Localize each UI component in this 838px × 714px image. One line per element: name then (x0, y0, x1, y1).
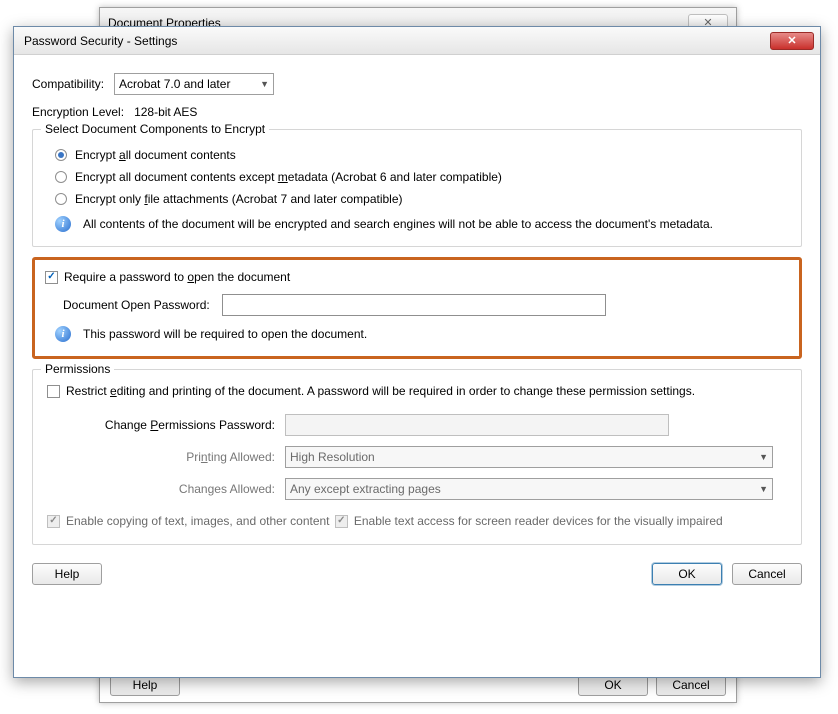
info-icon: i (55, 216, 71, 232)
change-permissions-password-input (285, 414, 669, 436)
radio-encrypt-except-metadata[interactable]: Encrypt all document contents except met… (55, 170, 789, 184)
radio-encrypt-all[interactable]: Encrypt all document contents (55, 148, 789, 162)
chevron-down-icon: ▼ (260, 79, 269, 89)
printing-allowed-select: High Resolution ▼ (285, 446, 773, 468)
close-icon[interactable]: ✕ (770, 32, 814, 50)
password-security-titlebar: Password Security - Settings ✕ (14, 27, 820, 55)
checkbox-icon (335, 515, 348, 528)
checkbox-icon (47, 515, 60, 528)
require-open-password-label: Require a password to open the document (64, 270, 290, 284)
cancel-button[interactable]: Cancel (732, 563, 802, 585)
change-permissions-password-label: Change Permissions Password: (45, 418, 275, 432)
encrypt-info-text: All contents of the document will be enc… (83, 217, 713, 231)
radio-icon (55, 193, 67, 205)
compatibility-select[interactable]: Acrobat 7.0 and later ▼ (114, 73, 274, 95)
info-icon: i (55, 326, 71, 342)
password-security-window: Password Security - Settings ✕ Compatibi… (13, 26, 821, 678)
permissions-legend: Permissions (41, 362, 114, 376)
radio-encrypt-attachments-label: Encrypt only file attachments (Acrobat 7… (75, 192, 403, 206)
checkbox-icon (45, 271, 58, 284)
radio-encrypt-except-metadata-label: Encrypt all document contents except met… (75, 170, 502, 184)
encrypt-components-group: Select Document Components to Encrypt En… (32, 129, 802, 247)
require-open-password-checkbox[interactable]: Require a password to open the document (45, 270, 290, 284)
encrypt-components-legend: Select Document Components to Encrypt (41, 122, 269, 136)
restrict-editing-label: Restrict editing and printing of the doc… (66, 384, 695, 398)
radio-icon (55, 149, 67, 161)
printing-allowed-label: Printing Allowed: (45, 450, 275, 464)
restrict-editing-checkbox[interactable]: Restrict editing and printing of the doc… (47, 384, 695, 398)
enable-screen-reader-label: Enable text access for screen reader dev… (354, 514, 723, 528)
permissions-group: Permissions Restrict editing and printin… (32, 369, 802, 545)
enable-copying-label: Enable copying of text, images, and othe… (66, 514, 330, 528)
chevron-down-icon: ▼ (759, 484, 768, 494)
changes-allowed-label: Changes Allowed: (45, 482, 275, 496)
encryption-level-label: Encryption Level: (32, 105, 124, 119)
enable-screen-reader-checkbox: Enable text access for screen reader dev… (335, 514, 723, 528)
chevron-down-icon: ▼ (759, 452, 768, 462)
radio-encrypt-attachments[interactable]: Encrypt only file attachments (Acrobat 7… (55, 192, 789, 206)
enable-copying-checkbox: Enable copying of text, images, and othe… (47, 514, 330, 528)
checkbox-icon (47, 385, 60, 398)
changes-allowed-value: Any except extracting pages (290, 482, 441, 496)
password-security-title: Password Security - Settings (20, 34, 770, 48)
open-password-info: This password will be required to open t… (83, 327, 367, 341)
radio-encrypt-all-label: Encrypt all document contents (75, 148, 236, 162)
require-open-password-highlight: Require a password to open the document … (32, 257, 802, 359)
encryption-level-value: 128-bit AES (134, 105, 197, 119)
compatibility-value: Acrobat 7.0 and later (119, 77, 230, 91)
changes-allowed-select: Any except extracting pages ▼ (285, 478, 773, 500)
document-open-password-label: Document Open Password: (63, 298, 210, 312)
document-open-password-input[interactable] (222, 294, 606, 316)
printing-allowed-value: High Resolution (290, 450, 375, 464)
help-button[interactable]: Help (32, 563, 102, 585)
ok-button[interactable]: OK (652, 563, 722, 585)
compatibility-label: Compatibility: (32, 77, 104, 91)
radio-icon (55, 171, 67, 183)
